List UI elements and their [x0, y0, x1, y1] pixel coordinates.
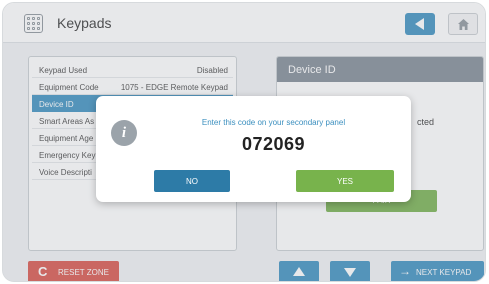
no-button[interactable]: NO: [154, 170, 230, 192]
dialog-prompt: Enter this code on your secondary panel: [201, 118, 346, 127]
no-button-label: NO: [186, 177, 198, 186]
pairing-code-dialog: i Enter this code on your secondary pane…: [96, 96, 411, 202]
app-screen: Keypads Keypad Used Disabled Equipment C…: [2, 2, 486, 282]
info-icon: i: [111, 120, 137, 146]
pairing-code: 072069: [241, 134, 306, 154]
yes-button[interactable]: YES: [296, 170, 394, 192]
yes-button-label: YES: [336, 177, 353, 186]
